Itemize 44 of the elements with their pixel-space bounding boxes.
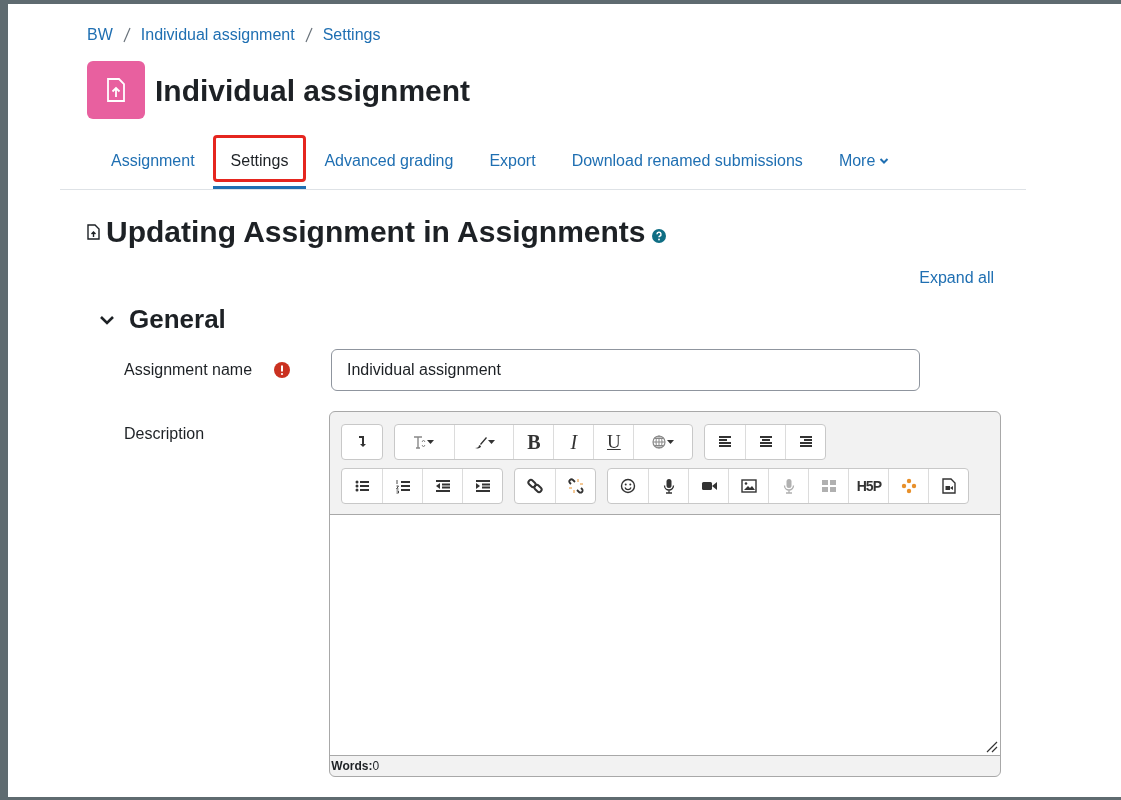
align-left-icon — [717, 434, 734, 450]
tab[interactable]: Assignment — [93, 135, 213, 189]
field-label: Assignment name — [124, 360, 253, 380]
media-file-icon — [940, 478, 957, 494]
breadcrumb-link[interactable]: Individual assignment — [140, 23, 295, 47]
form-heading: Updating Assignment in Assignments — [106, 214, 646, 250]
underline-button[interactable]: U — [593, 425, 634, 459]
h5p-button[interactable]: H5P — [848, 469, 889, 503]
emoji-icon — [620, 478, 637, 494]
expand-all-link[interactable]: Expand all — [919, 266, 994, 290]
align-right-icon — [797, 434, 814, 450]
tab[interactable]: More — [820, 135, 908, 189]
resize-handle-icon[interactable] — [986, 741, 998, 753]
indent-icon — [474, 478, 491, 494]
dots-icon — [900, 478, 917, 494]
bulleted-list-icon — [354, 478, 371, 494]
section-title: General — [129, 303, 226, 336]
page-title: Individual assignment — [155, 72, 471, 109]
word-count: Words:0 — [331, 758, 380, 775]
help-icon[interactable] — [651, 229, 666, 243]
italic-button[interactable]: I — [553, 425, 594, 459]
image-icon — [740, 478, 757, 494]
breadcrumb-link[interactable]: BW — [87, 23, 113, 47]
bold-button[interactable]: B — [513, 425, 554, 459]
text-input[interactable]: Individual assignment — [331, 349, 920, 391]
assignment-icon — [87, 61, 145, 119]
chevron-down-icon — [879, 156, 890, 165]
grid-icon — [820, 478, 837, 494]
unlink-icon — [567, 478, 584, 494]
font-size-icon — [413, 434, 437, 450]
align-center-icon — [757, 434, 774, 450]
link-icon — [527, 478, 544, 494]
file-icon — [87, 224, 100, 240]
field-label: Description — [124, 425, 205, 442]
breadcrumb-separator-icon — [122, 26, 131, 44]
breadcrumb-separator-icon — [304, 26, 313, 44]
chevron-down-icon[interactable] — [99, 314, 115, 325]
outdent-icon — [434, 478, 451, 494]
numbered-list-icon — [394, 478, 411, 494]
tab[interactable]: Advanced grading — [306, 135, 472, 189]
globe-icon — [651, 434, 675, 450]
tab[interactable]: Export — [471, 135, 554, 189]
breadcrumb-link[interactable]: Settings — [322, 23, 381, 47]
tab[interactable]: Download renamed submissions — [553, 135, 821, 189]
